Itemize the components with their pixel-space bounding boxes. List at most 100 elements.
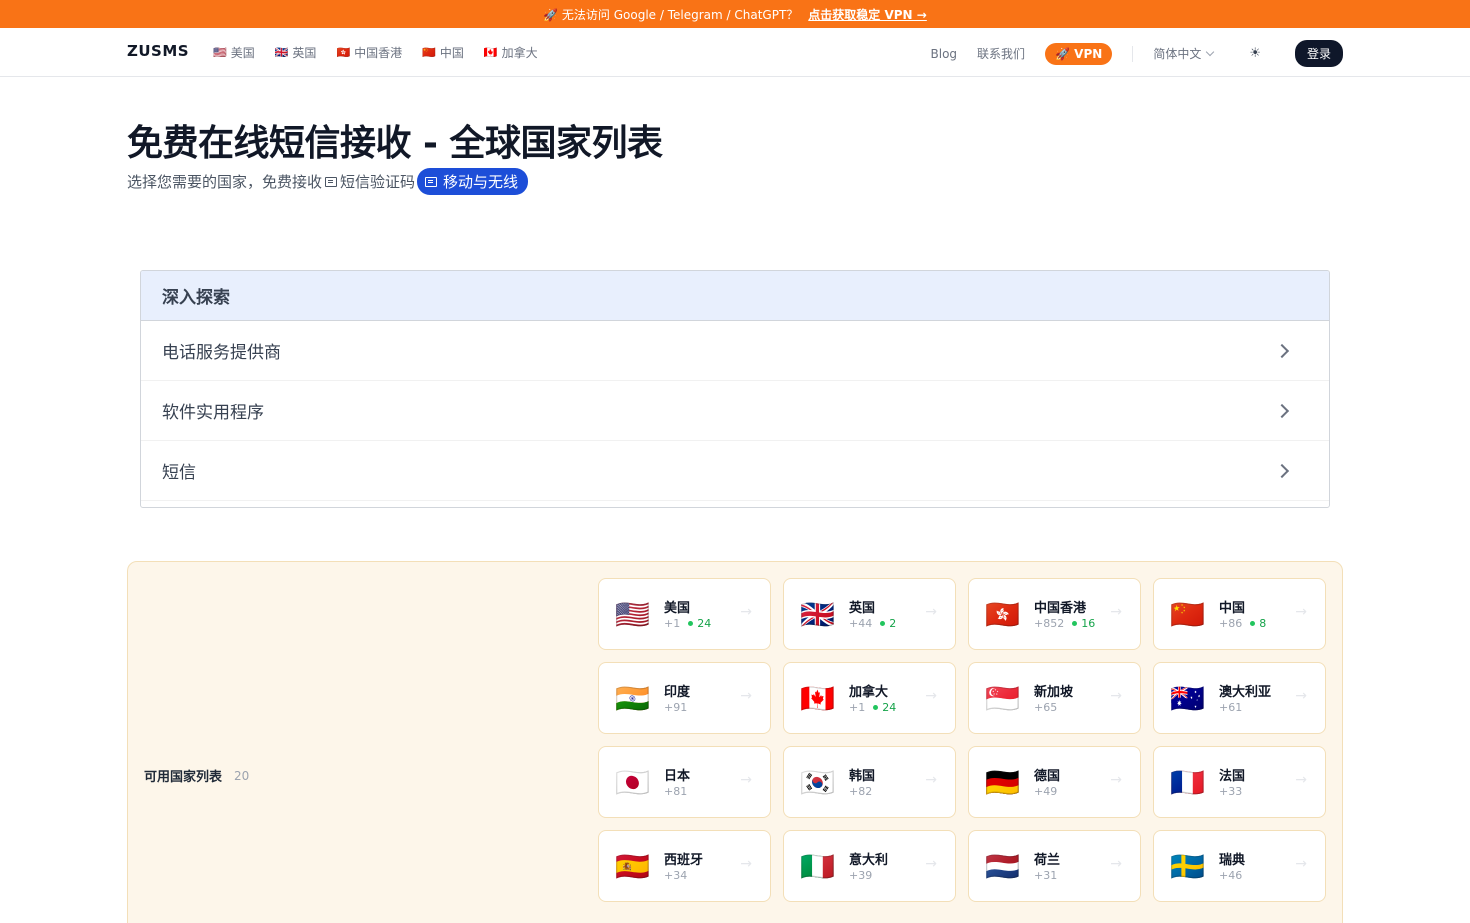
country-name: 德国 [1034,769,1061,784]
nav-blog-link[interactable]: Blog [931,47,958,61]
chevron-right-icon [1274,463,1290,478]
online-count: 16 [1072,617,1095,630]
quick-link-uk[interactable]: 🇬🇧 英国 [275,44,317,61]
online-count: 2 [880,617,896,630]
flag-icon: 🇺🇸 [615,598,650,631]
country-card[interactable]: 🇦🇺 澳大利亚 +61 → [1153,662,1326,734]
country-meta: +31 [1034,869,1057,882]
vpn-button[interactable]: 🚀 VPN [1045,42,1113,65]
explore-item-software[interactable]: 软件实用程序 [141,381,1329,441]
flag-icon: 🇮🇹 [800,850,835,883]
country-name: 英国 [849,601,876,616]
country-card[interactable]: 🇪🇸 西班牙 +34 → [598,830,771,902]
country-code: +61 [1219,701,1243,714]
navbar: ZUSMS 🇺🇸 美国 🇬🇧 英国 🇭🇰 中国香港 🇨🇳 中国 🇨🇦 加拿大 Blog 联… [0,28,1470,77]
country-card[interactable]: 🇳🇱 荷兰 +31 → [968,830,1141,902]
online-number: 24 [882,701,897,714]
online-dot-icon [688,621,694,626]
flag-icon: 🇪🇸 [615,850,650,883]
flag-icon: 🇸🇬 [985,682,1020,715]
country-card[interactable]: 🇮🇹 意大利 +39 → [783,830,956,902]
country-name: 加拿大 [849,685,889,700]
nav-contact-link[interactable]: 联系我们 [977,45,1025,62]
quick-link-hk[interactable]: 🇭🇰 中国香港 [336,44,402,61]
hk-flag-icon: 🇭🇰 [336,46,351,59]
country-name: 韩国 [849,769,876,784]
country-card[interactable]: 🇸🇬 新加坡 +65 → [968,662,1141,734]
country-name: 中国 [1219,601,1246,616]
arrow-right-icon: → [740,772,752,788]
country-card[interactable]: 🇭🇰 中国香港 +852 16 → [968,578,1141,650]
flag-icon: 🇮🇳 [615,682,650,715]
arrow-right-icon: → [1295,772,1307,788]
online-count: 8 [1250,617,1266,630]
country-card[interactable]: 🇯🇵 日本 +81 → [598,746,771,818]
country-meta: +91 [664,701,687,714]
online-dot-icon [1250,621,1256,626]
quick-link-us[interactable]: 🇺🇸 美国 [213,44,255,61]
arrow-right-icon: → [1295,856,1307,872]
arrow-right-icon: → [1110,688,1122,704]
page-title: 免费在线短信接收 - 全球国家列表 [127,123,663,164]
language-label: 简体中文 [1153,47,1202,61]
country-count: 20 [234,768,250,783]
quick-link-label: 中国 [439,46,464,60]
explore-item-sms[interactable]: 短信 [141,441,1329,501]
arrow-right-icon: → [740,856,752,872]
explore-panel: 深入探索 电话服务提供商 软件实用程序 短信 [140,270,1330,508]
country-card[interactable]: 🇸🇪 瑞典 +46 → [1153,830,1326,902]
country-card[interactable]: 🇺🇸 美国 +1 24 → [598,578,771,650]
online-count: 24 [688,617,711,630]
country-meta: +1 24 [849,701,896,714]
arrow-right-icon: → [1110,856,1122,872]
country-card[interactable]: 🇫🇷 法国 +33 → [1153,746,1326,818]
ca-flag-icon: 🇨🇦 [483,46,498,59]
login-button[interactable]: 登录 [1294,40,1343,67]
country-meta: +39 [849,869,872,882]
country-code: +86 [1219,617,1243,630]
country-card[interactable]: 🇮🇳 印度 +91 → [598,662,771,734]
online-dot-icon [873,705,879,710]
country-code: +31 [1034,869,1058,882]
language-selector[interactable]: 简体中文 [1153,45,1215,62]
quick-link-cn[interactable]: 🇨🇳 中国 [422,44,464,61]
message-icon [325,176,338,187]
country-card[interactable]: 🇩🇪 德国 +49 → [968,746,1141,818]
us-flag-icon: 🇺🇸 [213,46,227,59]
category-tag[interactable]: 移动与无线 [417,168,529,195]
country-card[interactable]: 🇨🇦 加拿大 +1 24 → [783,662,956,734]
country-name: 新加坡 [1034,685,1074,700]
banner-vpn-link[interactable]: 点击获取稳定 VPN → [808,6,927,23]
country-card[interactable]: 🇰🇷 韩国 +82 → [783,746,956,818]
flag-icon: 🇭🇰 [985,598,1020,631]
country-code: +1 [664,617,681,630]
country-card[interactable]: 🇬🇧 英国 +44 2 → [783,578,956,650]
cn-flag-icon: 🇨🇳 [422,46,436,59]
country-name: 日本 [664,769,691,784]
explore-item-phone-providers[interactable]: 电话服务提供商 [141,321,1329,381]
site-logo[interactable]: ZUSMS [127,42,189,60]
online-dot-icon [880,621,886,626]
country-code: +82 [849,785,873,798]
flag-icon: 🇸🇪 [1170,850,1205,883]
explore-title: 深入探索 [141,271,1329,321]
online-number: 2 [889,617,897,630]
banner-text: 🚀 无法访问 Google / Telegram / ChatGPT？ [543,7,799,22]
country-name: 美国 [664,601,691,616]
nav-actions: Blog 联系我们 🚀 VPN 简体中文 ☀ 登录 [931,40,1343,67]
theme-toggle-sun-icon[interactable]: ☀ [1249,46,1261,61]
explore-item-label: 软件实用程序 [162,403,264,423]
chevron-right-icon [1274,403,1290,418]
country-card[interactable]: 🇨🇳 中国 +86 8 → [1153,578,1326,650]
chevron-down-icon [1206,47,1215,57]
country-meta: +61 [1219,701,1242,714]
quick-link-label: 美国 [230,46,255,60]
subtitle-mid: 短信验证码 [340,173,416,191]
country-list-section: 可用国家列表 20 🇺🇸 美国 +1 24 → 🇬🇧 英国 +44 2 → 🇭🇰 中国香港 +852 16… [127,561,1343,923]
arrow-right-icon: → [925,856,937,872]
quick-country-links: 🇺🇸 美国 🇬🇧 英国 🇭🇰 中国香港 🇨🇳 中国 🇨🇦 加拿大 [213,44,538,61]
quick-link-ca[interactable]: 🇨🇦 加拿大 [484,44,538,61]
country-list-label: 可用国家列表 20 [144,766,250,786]
country-grid: 🇺🇸 美国 +1 24 → 🇬🇧 英国 +44 2 → 🇭🇰 中国香港 +852 16 → 🇨🇳 中国 +86 8 →… [598,578,1326,902]
country-meta: +82 [849,785,872,798]
